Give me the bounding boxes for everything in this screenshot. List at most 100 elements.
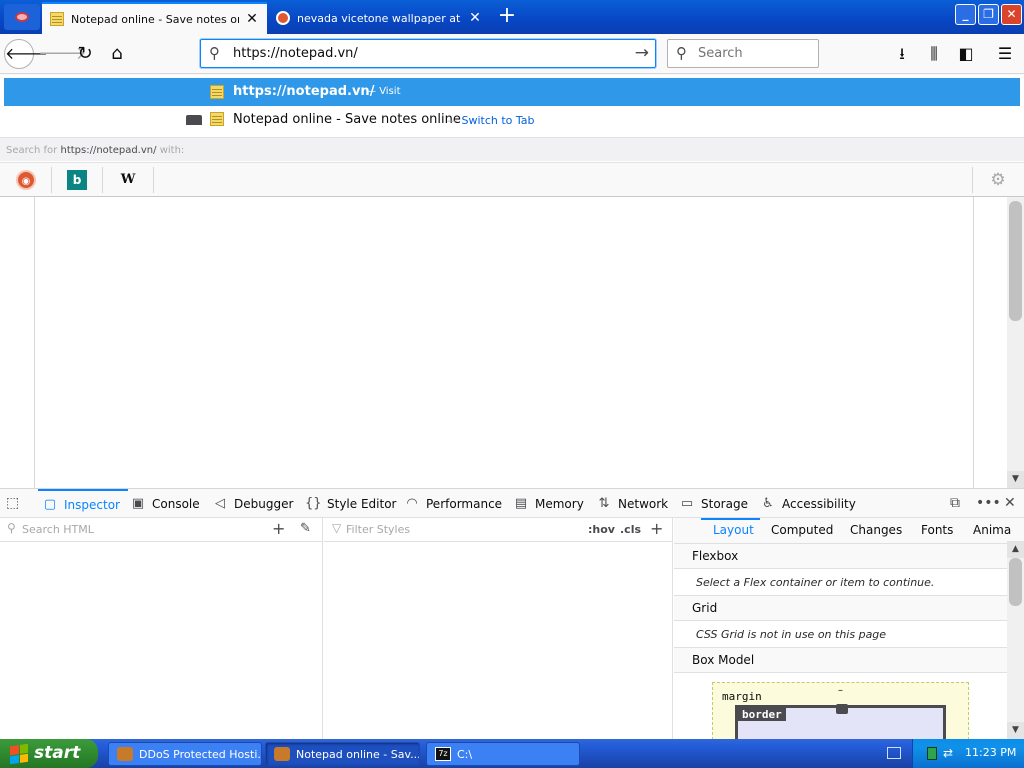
taskbar-item-notepad[interactable]: Notepad online - Sav...	[265, 742, 420, 766]
box-model-header[interactable]: Box Model	[674, 648, 1008, 673]
library-icon[interactable]: ⫼	[924, 44, 944, 64]
storage-icon: ▭	[680, 495, 694, 511]
firefox-logo-icon	[15, 12, 29, 22]
search-icon: ⚲	[7, 521, 16, 535]
grid-header[interactable]: Grid	[674, 596, 1008, 621]
downloads-icon[interactable]: ⭳	[892, 44, 912, 64]
taskbar-item-7zip[interactable]: 7z C:\	[426, 742, 580, 766]
search-html-input[interactable]: Search HTML	[22, 523, 94, 536]
notepad-favicon-icon	[50, 12, 64, 26]
tab-inspector[interactable]: ▢ Inspector	[38, 489, 128, 518]
taskbar-item-ddos[interactable]: DDoS Protected Hosti...	[108, 742, 262, 766]
add-node-icon[interactable]: +	[272, 519, 285, 538]
more-options-icon[interactable]: •••	[976, 495, 1001, 511]
notepad-favicon-icon	[210, 85, 224, 99]
url-input[interactable]: https://notepad.vn/	[233, 46, 358, 61]
close-devtools-icon[interactable]: ✕	[1004, 495, 1016, 511]
dock-toggle-icon[interactable]: ⧉	[950, 495, 960, 511]
tab-accessibility[interactable]: ♿ Accessibility	[760, 489, 856, 518]
back-button[interactable]: 🡐	[4, 39, 48, 69]
network-icon[interactable]: ⇄	[943, 746, 957, 760]
search-settings-gear-icon[interactable]: ⚙	[988, 170, 1008, 190]
search-icon: ⚲	[676, 44, 687, 62]
side-tab-changes[interactable]: Changes	[850, 523, 902, 537]
tab-network[interactable]: ⇅ Network	[596, 489, 669, 518]
tab-memory[interactable]: ▤ Memory	[513, 489, 584, 518]
element-picker-icon[interactable]: ⬚	[6, 495, 19, 511]
autocomplete-switch-row[interactable]: Notepad online - Save notes online — Swi…	[4, 107, 1020, 133]
scrollbar-thumb[interactable]	[1009, 558, 1022, 606]
autocomplete-visit-row[interactable]: https://notepad.vn/ — Visit	[4, 78, 1020, 106]
firefox-menu-button[interactable]	[4, 4, 40, 30]
border-label: border	[738, 708, 786, 721]
sidebar-icon[interactable]: ◧	[956, 44, 976, 64]
page-scrollbar[interactable]: ▼	[1007, 197, 1024, 488]
tab-duckduckgo-search[interactable]: nevada vicetone wallpaper at Duc ✕	[268, 2, 490, 34]
keyboard-icon[interactable]	[887, 747, 901, 759]
search-input[interactable]: Search	[698, 46, 743, 61]
tab-style-editor[interactable]: {} Style Editor	[305, 489, 396, 518]
reload-button[interactable]: ↻	[70, 39, 100, 69]
side-tab-animations[interactable]: Anima	[973, 523, 1011, 537]
memory-icon: ▤	[514, 495, 528, 511]
side-tab-fonts[interactable]: Fonts	[921, 523, 953, 537]
selected-tab-indicator	[701, 518, 760, 520]
home-button[interactable]: ⌂	[102, 39, 132, 69]
network-icon: ⇅	[598, 495, 610, 511]
separator	[153, 167, 154, 193]
new-tab-button[interactable]: +	[494, 4, 520, 30]
layout-sidebar: Layout Computed Changes Fonts Anima Flex…	[674, 518, 1024, 745]
scrollbar-thumb[interactable]	[1009, 201, 1022, 321]
wikipedia-engine-icon[interactable]: W	[118, 170, 138, 190]
go-arrow-icon[interactable]: →	[635, 43, 649, 63]
scroll-down-arrow-icon[interactable]: ▼	[1007, 722, 1024, 739]
url-bar[interactable]: ⚲ https://notepad.vn/ →	[200, 39, 656, 68]
taskbar: start DDoS Protected Hosti... Notepad on…	[0, 739, 1024, 768]
navigation-toolbar: 🡐 🡒 ↻ ⌂ ⚲ https://notepad.vn/ → ⚲ Search…	[0, 34, 1024, 74]
filter-styles-input[interactable]: Filter Styles	[346, 523, 410, 536]
separator	[51, 167, 52, 193]
border-value[interactable]	[836, 704, 848, 714]
close-tab-icon[interactable]: ✕	[245, 11, 259, 27]
one-off-search-engines: ◉ b W ⚙	[0, 162, 1024, 196]
tab-debugger[interactable]: ◁ Debugger	[212, 489, 293, 518]
start-button[interactable]: start	[0, 739, 98, 768]
tray-app-icon[interactable]	[927, 747, 937, 760]
switch-title: Notepad online - Save notes online	[233, 112, 461, 127]
page-content: ▼	[0, 197, 1024, 488]
separator	[102, 167, 103, 193]
visit-action: — Visit	[366, 86, 401, 97]
hamburger-menu-icon[interactable]: ☰	[995, 44, 1015, 64]
sidebar-scrollbar[interactable]: ▲ ▼	[1007, 541, 1024, 739]
scroll-up-arrow-icon[interactable]: ▲	[1007, 541, 1024, 558]
tab-console[interactable]: ▣ Console	[130, 489, 200, 518]
accessibility-icon: ♿	[762, 495, 774, 511]
maximize-button[interactable]: ❐	[978, 4, 999, 25]
side-tab-layout[interactable]: Layout	[713, 523, 754, 537]
minimize-button[interactable]: _	[955, 4, 976, 25]
eyedropper-icon[interactable]: ✎	[300, 521, 311, 536]
duckduckgo-favicon-icon	[276, 11, 290, 25]
markup-pane: ⚲ Search HTML + ✎	[0, 518, 323, 740]
scroll-down-arrow-icon[interactable]: ▼	[1007, 471, 1024, 488]
firefox-icon	[274, 747, 290, 761]
system-tray: ⇄ 11:23 PM	[912, 739, 1024, 768]
hov-button[interactable]: :hov	[588, 523, 615, 536]
tab-storage[interactable]: ▭ Storage	[679, 489, 748, 518]
side-tab-computed[interactable]: Computed	[771, 523, 833, 537]
forward-button[interactable]: 🡒	[38, 39, 86, 69]
close-window-button[interactable]: ✕	[1001, 4, 1022, 25]
visit-url: https://notepad.vn/	[233, 84, 375, 99]
tab-notepad-online[interactable]: Notepad online - Save notes online ✕	[42, 2, 267, 34]
windows-flag-icon	[10, 743, 28, 765]
close-tab-icon[interactable]: ✕	[468, 10, 482, 26]
add-rule-icon[interactable]: +	[650, 519, 663, 538]
duckduckgo-engine-icon[interactable]: ◉	[16, 170, 36, 190]
box-model-diagram: margin – border	[712, 682, 969, 745]
bing-engine-icon[interactable]: b	[67, 170, 87, 190]
flexbox-header[interactable]: Flexbox	[674, 544, 1008, 569]
cls-button[interactable]: .cls	[620, 523, 641, 536]
tab-performance[interactable]: ◠ Performance	[404, 489, 502, 518]
margin-value[interactable]: –	[838, 685, 843, 696]
search-bar[interactable]: ⚲ Search	[667, 39, 819, 68]
